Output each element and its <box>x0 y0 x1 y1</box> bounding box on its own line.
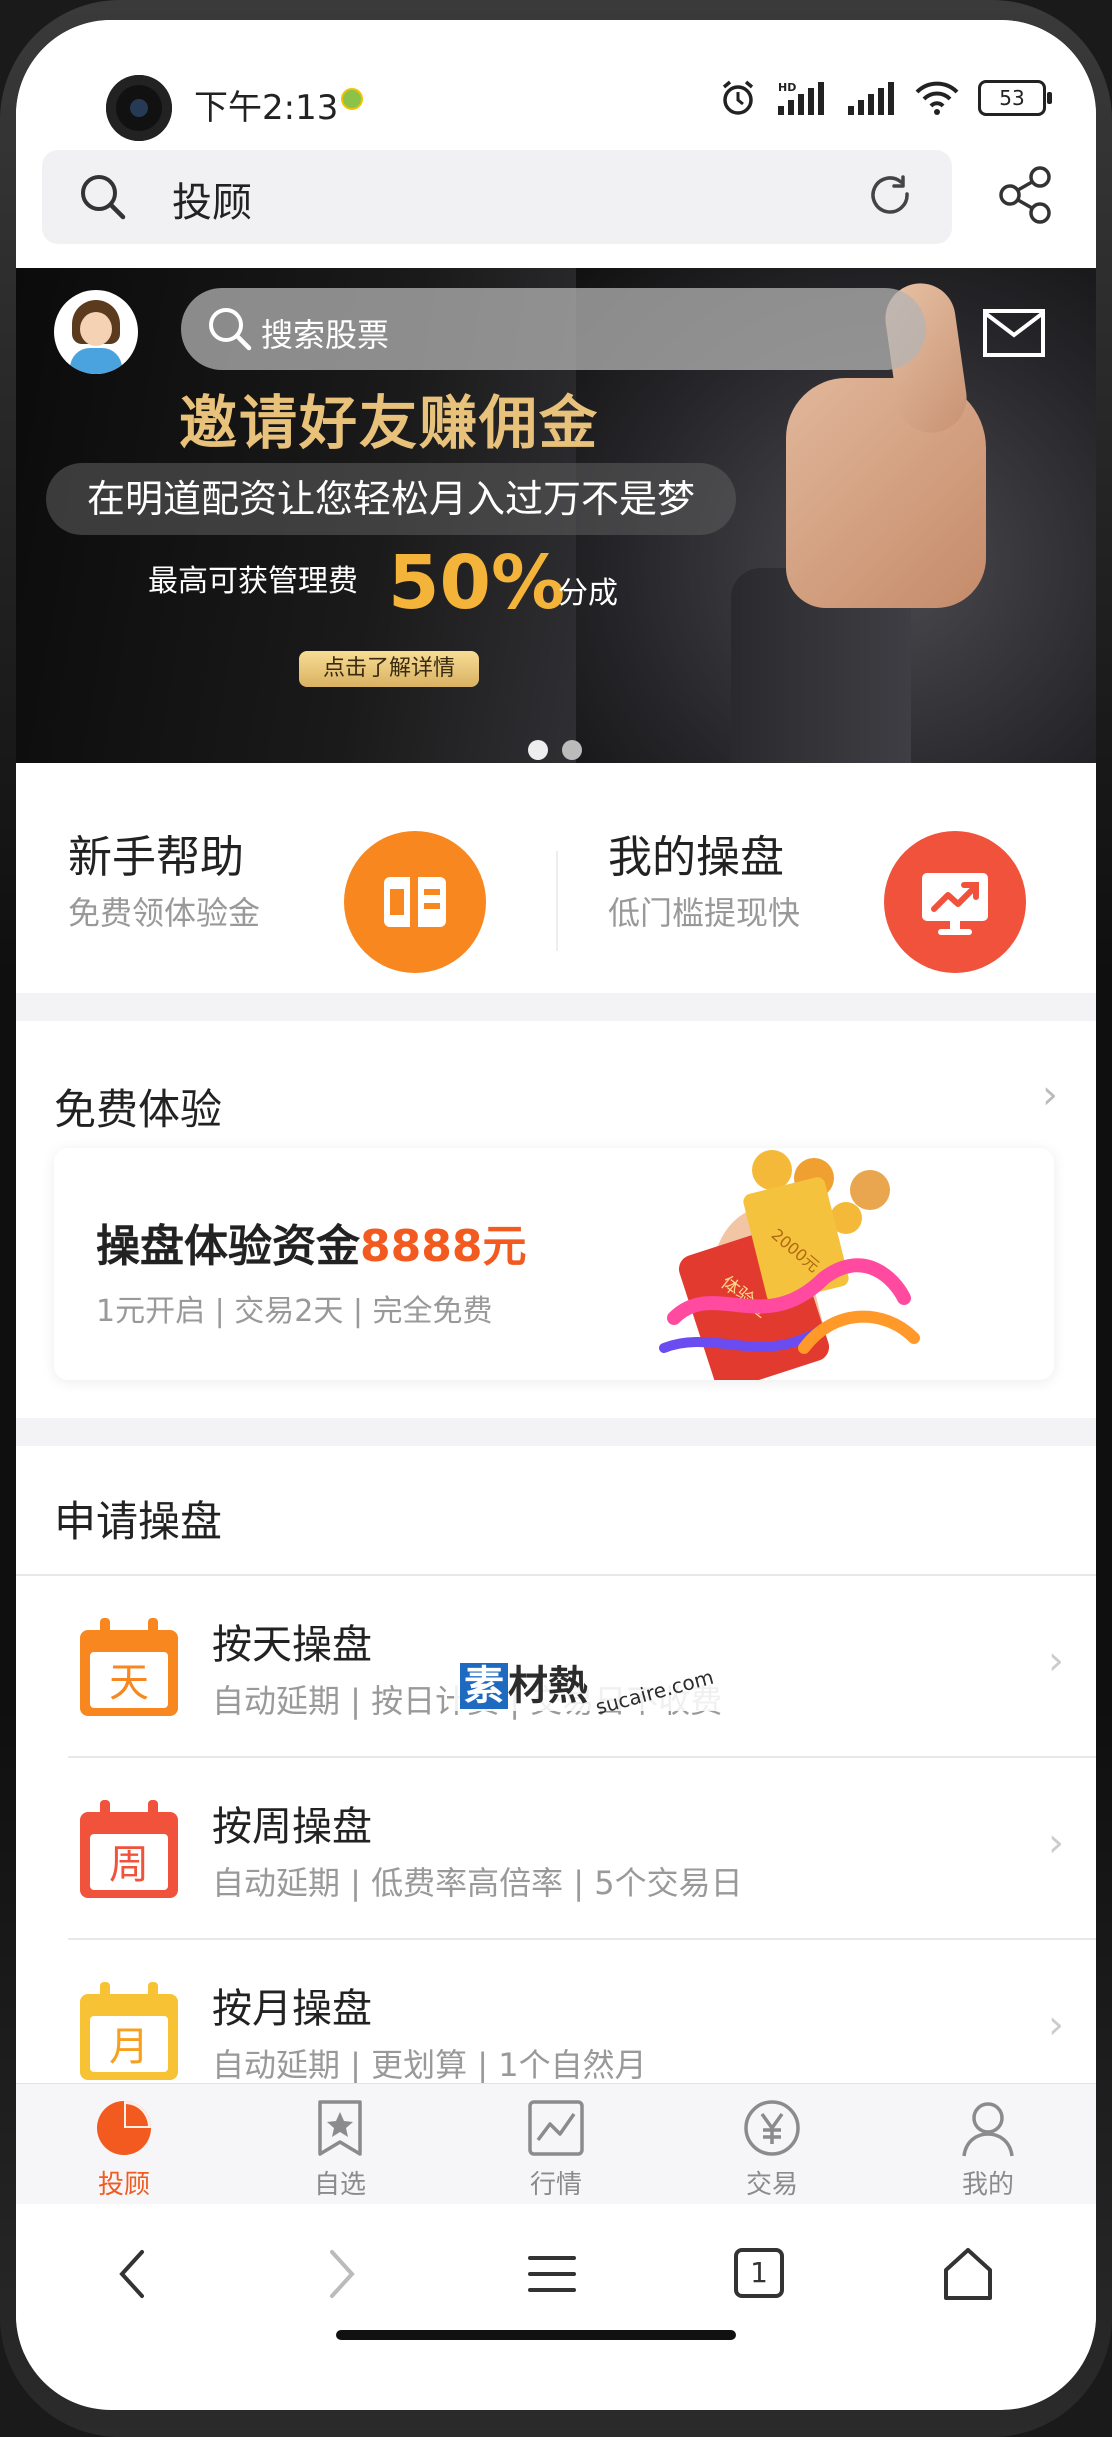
browser-address-bar[interactable]: 投顾 <box>42 150 952 244</box>
svg-text:周: 周 <box>109 1842 149 1888</box>
section-title: 免费体验 <box>54 1085 223 1134</box>
book-icon <box>344 831 486 973</box>
experience-card-title: 操盘体验资金8888元 <box>96 1221 527 1272</box>
apply-item-weekly[interactable]: 周 按周操盘 自动延期 | 低费率高倍率 | 5个交易日 › <box>16 1758 1096 1938</box>
entry-subtitle: 低门槛提现快 <box>608 894 801 932</box>
address-text[interactable]: 投顾 <box>172 170 252 228</box>
apply-item-title: 按天操盘 <box>212 1622 372 1668</box>
stock-search-input[interactable]: 搜索股票 <box>181 288 926 370</box>
alarm-icon <box>722 80 754 115</box>
apply-item-title: 按周操盘 <box>212 1804 372 1850</box>
banner-headline: 邀请好友赚佣金 <box>179 389 600 457</box>
tab-advisor[interactable]: 投顾 <box>16 2084 232 2204</box>
line-chart-icon <box>528 2100 584 2156</box>
pie-icon <box>97 2101 151 2155</box>
entry-title: 我的操盘 <box>608 832 784 883</box>
promo-banner[interactable]: 搜索股票 邀请好友赚佣金 在明道配资让您轻松月入过万不是梦 最高可获管理费 50… <box>16 268 1096 763</box>
bottom-tab-bar: 投顾 自选 行情 交易 我的 <box>16 2083 1096 2204</box>
user-icon <box>962 2102 1014 2157</box>
carousel-dot[interactable] <box>562 740 582 760</box>
banner-fee-suffix: 分成 <box>558 576 618 611</box>
banner-fee-value: 50% <box>388 540 566 626</box>
phone-screen: 下午2:13 HD 53 投顾 搜索股票 邀请好友赚佣金 在明道配资让您轻松月入 <box>16 20 1096 2410</box>
apply-item-title: 按月操盘 <box>212 1986 372 2032</box>
chevron-right-icon: › <box>1048 2002 1064 2048</box>
experience-card-subtitle: 1元开启 | 交易2天 | 完全免费 <box>96 1294 493 1329</box>
user-avatar[interactable] <box>54 290 138 374</box>
section-title: 申请操盘 <box>54 1497 223 1546</box>
calendar-week-icon: 周 <box>80 1800 178 1898</box>
entry-subtitle: 免费领体验金 <box>68 894 261 932</box>
banner-fee-prefix: 最高可获管理费 <box>148 564 358 599</box>
chart-screen-icon <box>884 831 1026 973</box>
tab-label: 行情 <box>529 2170 582 2200</box>
forward-icon[interactable] <box>316 2244 366 2304</box>
status-bar: 下午2:13 HD 53 <box>16 20 1096 155</box>
tab-label: 自选 <box>313 2170 366 2200</box>
section-gap <box>16 993 1096 1021</box>
share-icon[interactable] <box>998 165 1054 225</box>
apply-item-subtitle: 自动延期 | 更划算 | 1个自然月 <box>212 2046 647 2084</box>
signal-hd-icon: HD <box>778 81 824 115</box>
carousel-dots <box>528 740 582 760</box>
entry-beginner-help[interactable]: 新手帮助 免费领体验金 <box>16 763 556 993</box>
status-time: 下午2:13 <box>194 88 339 128</box>
chevron-right-icon: › <box>1048 1638 1064 1684</box>
home-indicator[interactable] <box>336 2330 736 2340</box>
mail-icon[interactable] <box>982 308 1046 358</box>
status-icons: HD 53 <box>718 78 1052 118</box>
phone-frame: 下午2:13 HD 53 投顾 搜索股票 邀请好友赚佣金 在明道配资让您轻松月入 <box>0 0 1112 2437</box>
tabs-count-button[interactable]: 1 <box>734 2248 784 2298</box>
svg-text:月: 月 <box>109 2024 149 2070</box>
tab-market[interactable]: 行情 <box>448 2084 664 2204</box>
tab-label: 我的 <box>961 2170 1014 2200</box>
svg-text:HD: HD <box>778 81 796 94</box>
apply-item-subtitle: 自动延期 | 低费率高倍率 | 5个交易日 <box>212 1864 743 1902</box>
svg-text:天: 天 <box>109 1660 149 1706</box>
front-camera <box>106 75 172 141</box>
chevron-right-icon: › <box>1048 1820 1064 1866</box>
calendar-month-icon: 月 <box>80 1982 178 2080</box>
home-icon[interactable] <box>938 2244 998 2304</box>
banner-detail-button[interactable]: 点击了解详情 <box>299 651 479 687</box>
reload-icon[interactable] <box>866 172 916 222</box>
stock-search-placeholder: 搜索股票 <box>261 316 390 354</box>
section-gap <box>16 1418 1096 1446</box>
calendar-day-icon: 天 <box>80 1618 178 1716</box>
notification-dot-icon <box>341 88 363 110</box>
chevron-right-icon[interactable]: › <box>1042 1072 1058 1118</box>
tab-trade[interactable]: 交易 <box>664 2084 880 2204</box>
entry-my-trading[interactable]: 我的操盘 低门槛提现快 <box>556 763 1096 993</box>
quick-entries: 新手帮助 免费领体验金 我的操盘 低门槛提现快 <box>16 763 1096 993</box>
tab-label: 交易 <box>745 2170 798 2200</box>
bookmark-star-icon <box>318 2100 362 2156</box>
free-experience-section: 免费体验 › 操盘体验资金8888元 1元开启 | 交易2天 | 完全免费 20… <box>16 1028 1096 1418</box>
search-icon <box>81 175 126 220</box>
menu-icon[interactable] <box>524 2244 580 2304</box>
battery-icon: 53 <box>978 80 1052 116</box>
watermark: 素材熱 sucaire.com <box>454 1653 722 1719</box>
apply-trading-section: 申请操盘 天 按天操盘 自动延期 | 按日计费 | 交易日不收费 › 周 按周操… <box>16 1454 1096 2104</box>
tab-watchlist[interactable]: 自选 <box>232 2084 448 2204</box>
yen-icon <box>744 2100 800 2156</box>
tab-label: 投顾 <box>97 2170 150 2200</box>
signal-icon <box>848 82 894 115</box>
carousel-dot[interactable] <box>528 740 548 760</box>
entry-title: 新手帮助 <box>68 832 244 883</box>
banner-subline: 在明道配资让您轻松月入过万不是梦 <box>46 463 736 535</box>
tab-mine[interactable]: 我的 <box>880 2084 1096 2204</box>
back-icon[interactable] <box>108 2244 158 2304</box>
search-icon <box>209 308 252 351</box>
experience-card[interactable]: 操盘体验资金8888元 1元开启 | 交易2天 | 完全免费 2000元 体验金 <box>54 1148 1054 1380</box>
wifi-icon <box>915 81 959 115</box>
red-envelope-illustration: 2000元 体验金 <box>659 1150 920 1380</box>
